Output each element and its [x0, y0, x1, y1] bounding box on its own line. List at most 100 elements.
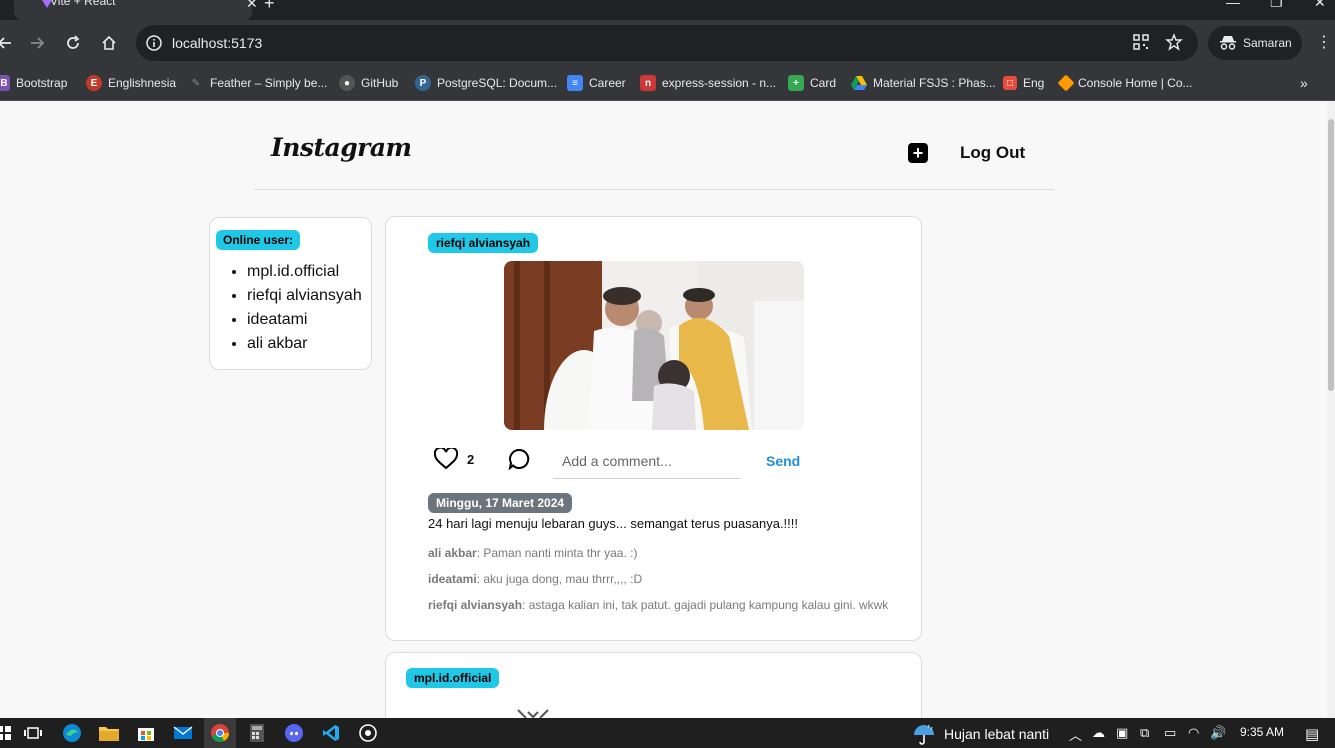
comment-text: : astaga kalian ini, tak patut. gajadi p…	[522, 598, 889, 612]
restore-icon[interactable]: ❐	[1270, 0, 1283, 11]
post-author-badge: riefqi alviansyah	[428, 233, 539, 253]
incognito-icon	[1220, 36, 1236, 50]
logout-button[interactable]: Log Out	[960, 143, 1025, 163]
close-tab-icon[interactable]: ✕	[246, 0, 258, 12]
site-info-icon[interactable]	[145, 34, 163, 52]
new-tab-icon[interactable]: +	[264, 0, 275, 14]
heart-icon[interactable]	[434, 448, 458, 470]
comment-author: ideatami	[428, 572, 477, 586]
bookmark-item[interactable]: P PostgreSQL: Docum...	[415, 73, 557, 93]
discord-icon[interactable]	[284, 723, 304, 743]
bookmark-item[interactable]: ≡ Career	[567, 73, 626, 93]
online-users-card: Online user: mpl.id.official riefqi alvi…	[209, 217, 372, 370]
bookmark-item[interactable]: n express-session - n...	[640, 73, 776, 93]
calculator-icon[interactable]	[247, 723, 267, 743]
bookmark-item[interactable]: B Bootstrap	[0, 73, 67, 93]
online-user-item: mpl.id.official	[247, 260, 362, 284]
taskbar-clock[interactable]: 9:35 AM	[1240, 725, 1284, 739]
close-window-icon[interactable]: ✕	[1314, 0, 1326, 11]
file-explorer-icon[interactable]	[99, 723, 119, 743]
windows-taskbar: Hujan lebat nanti ︿ ☁ ▣ ⧉ ▭ ◠ 🔊 9:35 AM …	[0, 718, 1335, 748]
incognito-profile-chip[interactable]: Samaran	[1208, 26, 1302, 60]
post-photo	[517, 709, 549, 718]
more-menu-icon[interactable]: ⋮	[1316, 32, 1332, 52]
online-users-badge: Online user:	[216, 230, 301, 250]
bookmark-star-icon[interactable]	[1165, 33, 1183, 51]
comment-text: : aku juga dong, mau thrrr,,,, :D	[476, 572, 643, 586]
send-comment-button[interactable]: Send	[766, 453, 800, 469]
volume-icon[interactable]: 🔊	[1210, 725, 1226, 741]
screenshot-tool-icon[interactable]: ⧉	[1140, 725, 1149, 741]
url-text: localhost:5173	[172, 35, 263, 51]
weather-text: Hujan lebat nanti	[944, 726, 1050, 742]
bookmark-item[interactable]: □ Eng	[1003, 73, 1044, 93]
minimize-icon[interactable]: —	[1226, 0, 1240, 10]
browser-tab[interactable]: Vite + React ✕	[14, 0, 258, 20]
home-icon[interactable]	[96, 30, 122, 56]
mail-icon[interactable]	[173, 723, 193, 743]
online-users-list: mpl.id.official riefqi alviansyah ideata…	[247, 260, 362, 356]
post-date-badge: Minggu, 17 Maret 2024	[428, 493, 573, 513]
reload-icon[interactable]	[60, 30, 86, 56]
bookmark-item[interactable]: E Englishnesia	[86, 73, 176, 93]
bookmark-item[interactable]: Material FSJS : Phas...	[851, 73, 996, 93]
edge-icon[interactable]	[62, 723, 82, 743]
address-bar[interactable]: localhost:5173	[136, 25, 1198, 61]
comment-item: riefqi alviansyah: astaga kalian ini, ta…	[428, 598, 888, 612]
google-drive-icon	[851, 75, 867, 91]
comment-item: ideatami: aku juga dong, mau thrrr,,,, :…	[428, 572, 642, 586]
comment-icon[interactable]	[508, 448, 530, 470]
post-actions: 2 Send	[428, 443, 848, 479]
card-icon: +	[788, 75, 804, 91]
meet-now-icon[interactable]: ▣	[1116, 725, 1128, 741]
bookmark-item[interactable]: ● GitHub	[339, 73, 398, 93]
post-photo	[504, 261, 804, 430]
bookmarks-overflow-icon[interactable]: »	[1300, 75, 1308, 91]
career-icon: ≡	[567, 75, 583, 91]
profile-name: Samaran	[1243, 36, 1292, 50]
bookmark-item[interactable]: Console Home | Co...	[1057, 73, 1193, 93]
back-icon[interactable]	[0, 30, 18, 56]
chrome-icon[interactable]	[210, 723, 230, 743]
chevron-up-icon[interactable]: ︿	[1069, 725, 1082, 744]
feather-icon: ✎	[191, 77, 201, 89]
comment-input[interactable]	[553, 443, 740, 479]
github-icon: ●	[339, 75, 355, 91]
battery-icon[interactable]: ▭	[1164, 725, 1176, 741]
store-icon[interactable]	[136, 723, 156, 743]
post-author-badge: mpl.id.official	[406, 668, 500, 688]
browser-tab-strip: Vite + React ✕ + — ❐ ✕	[0, 0, 1335, 20]
weather-widget[interactable]: Hujan lebat nanti	[912, 723, 1049, 745]
plus-square-icon[interactable]: +	[908, 143, 928, 163]
umbrella-rain-icon	[914, 724, 934, 745]
task-view-icon[interactable]	[23, 723, 43, 743]
vscode-icon[interactable]	[321, 723, 341, 743]
aws-icon	[1057, 74, 1075, 92]
scrollbar-thumb[interactable]	[1328, 119, 1334, 391]
npm-icon: n	[640, 75, 656, 91]
eng-icon: □	[1003, 76, 1017, 90]
post-caption: 24 hari lagi menuju lebaran guys... sema…	[428, 516, 798, 531]
comment-text: : Paman nanti minta thr yaa. :)	[476, 546, 638, 560]
forward-icon[interactable]	[24, 30, 50, 56]
qr-code-icon[interactable]	[1132, 33, 1150, 51]
like-count: 2	[467, 452, 475, 467]
bootstrap-icon: B	[0, 75, 10, 91]
instagram-logo[interactable]: Instagram	[271, 133, 412, 162]
bookmarks-bar: B Bootstrap E Englishnesia ✎ Feather – Simp…	[0, 66, 1335, 101]
online-user-item: riefqi alviansyah	[247, 284, 362, 308]
github-desktop-icon[interactable]	[358, 723, 378, 743]
post-card: mpl.id.official	[385, 652, 922, 718]
notifications-icon[interactable]: ▤	[1305, 725, 1319, 743]
comment-item: ali akbar: Paman nanti minta thr yaa. :)	[428, 546, 637, 560]
page-scrollbar[interactable]	[1327, 101, 1335, 718]
page-viewport: Instagram + Log Out Online user: mpl.id.…	[0, 101, 1335, 718]
post-card: riefqi alviansyah 2 Add a comment... Sen…	[385, 216, 922, 641]
tab-title: Vite + React	[50, 0, 116, 8]
windows-start-icon[interactable]	[0, 723, 14, 743]
onedrive-icon[interactable]: ☁	[1092, 725, 1105, 741]
wifi-icon[interactable]: ◠	[1188, 725, 1199, 741]
comment-author: riefqi alviansyah	[428, 598, 523, 612]
bookmark-item[interactable]: ✎ Feather – Simply be...	[188, 73, 328, 93]
bookmark-item[interactable]: + Card	[788, 73, 836, 93]
